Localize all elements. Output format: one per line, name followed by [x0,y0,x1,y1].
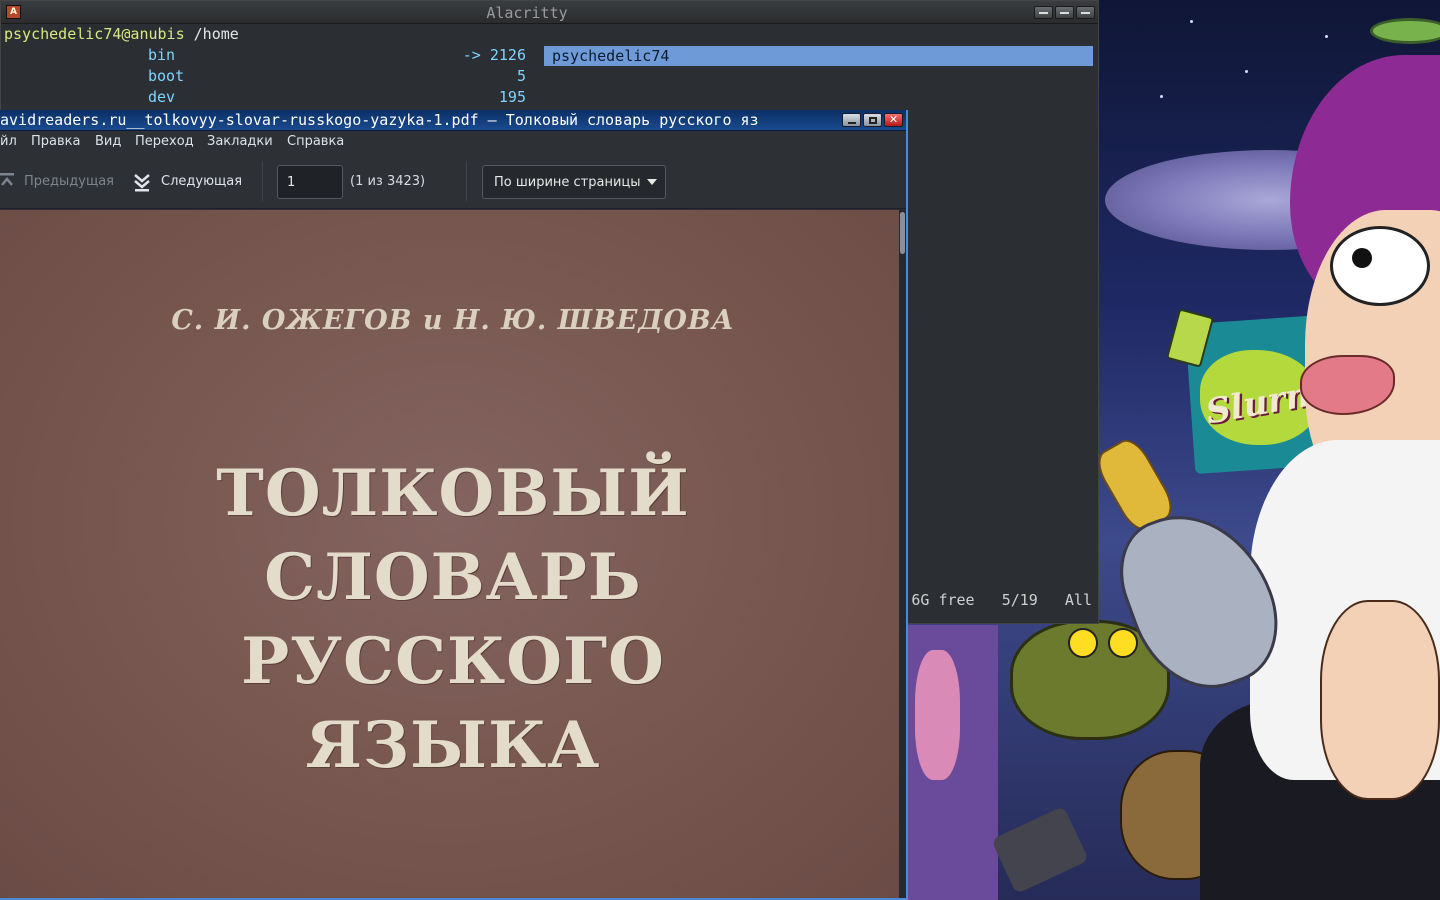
menu-go[interactable]: Переход [135,134,194,149]
status-scroll: All [1064,591,1092,609]
file-entry-size: 195 [498,88,526,106]
pdf-titlebar[interactable]: avidreaders.ru__tolkovyy-slovar-russkogo… [0,110,906,131]
pdf-page-view[interactable]: С. И. ОЖЕГОВ и Н. Ю. ШВЕДОВА ТОЛКОВЫЙ СЛ… [0,210,899,898]
pdf-toolbar: Предыдущая Следующая (1 из 3423) По шири… [0,153,906,209]
previous-page-button[interactable]: Предыдущая [0,167,114,195]
page-count: (1 из 3423) [350,174,426,189]
previous-page-label: Предыдущая [24,173,114,189]
pdf-scroll-thumb[interactable] [900,212,905,254]
pdf-menubar: йл Правка Вид Переход Закладки Справка [0,131,906,153]
pdf-window-title: avidreaders.ru__tolkovyy-slovar-russkogo… [0,111,759,129]
pdf-viewer-window[interactable]: avidreaders.ru__tolkovyy-slovar-russkogo… [0,110,908,900]
pdf-minimize-button[interactable] [842,113,861,127]
prompt-user: psychedelic74@anubis [4,25,185,43]
page-number-input[interactable] [277,165,343,199]
cover-title-line: РУССКОГО [241,624,665,699]
minimize-icon [1039,11,1048,14]
menu-file[interactable]: йл [0,134,17,149]
wallpaper-pupil [1352,248,1372,268]
close-icon [1081,11,1090,14]
wallpaper-hand [1320,600,1440,800]
wallpaper-remote [991,805,1089,895]
book-cover: С. И. ОЖЕГОВ и Н. Ю. ШВЕДОВА ТОЛКОВЫЙ СЛ… [0,210,899,898]
menu-view[interactable]: Вид [95,134,121,149]
file-entry-size: -> 2126 [462,46,526,64]
wallpaper-pink-figure [915,650,960,780]
menu-edit[interactable]: Правка [31,134,80,149]
chevron-down-icon [646,179,657,185]
cover-title-line: ЯЗЫКА [305,708,601,783]
terminal-close-button[interactable] [1076,6,1095,19]
wallpaper-alien-eye [1108,628,1138,658]
selected-directory[interactable]: psychedelic74 [544,46,1093,66]
toolbar-separator [262,161,263,201]
wallpaper-star [1325,35,1328,38]
wallpaper-eye [1330,226,1430,306]
wallpaper-star [1160,95,1163,98]
menu-bookmarks[interactable]: Закладки [207,134,273,149]
maximize-icon [1060,11,1069,14]
prompt-path: /home [193,25,239,43]
cover-authors: С. И. ОЖЕГОВ и Н. Ю. ШВЕДОВА [171,305,735,336]
close-icon: ✕ [888,113,899,126]
maximize-icon [868,116,877,124]
terminal-title: Alacritty [486,4,568,22]
wallpaper-alien-eye [1068,628,1098,658]
wallpaper-star [1190,20,1193,23]
terminal-prompt: psychedelic74@anubis /home [4,24,239,45]
pdf-window-buttons: ✕ [842,113,903,127]
zoom-select[interactable]: По ширине страницы [482,165,666,199]
pdf-scrollbar[interactable] [899,210,906,898]
wallpaper-ufo-small [1370,18,1440,44]
terminal-window-buttons [1034,6,1095,19]
terminal-minimize-button[interactable] [1034,6,1053,19]
next-page-button[interactable]: Следующая [131,167,242,195]
terminal-maximize-button[interactable] [1055,6,1074,19]
pdf-maximize-button[interactable] [863,113,882,127]
arrow-down-icon [134,174,150,192]
file-entry-size: 5 [516,67,526,85]
menu-help[interactable]: Справка [287,134,344,149]
status-position: 5/19 [1001,591,1038,609]
file-entry-name[interactable]: dev [148,87,175,108]
pdf-close-button[interactable]: ✕ [884,113,903,127]
wallpaper-star [1245,70,1248,73]
terminal-status-line: 56.6G free 5/19 All [884,591,1092,609]
cover-title: ТОЛКОВЫЙ СЛОВАРЬ РУССКОГО ЯЗЫКА [0,452,899,788]
toolbar-separator [466,161,467,201]
file-entry-name[interactable]: boot [148,66,184,87]
next-page-label: Следующая [161,173,243,189]
arrow-up-icon [0,173,14,186]
file-entry-name[interactable]: bin [148,45,175,66]
zoom-select-value: По ширине страницы [494,174,641,190]
cover-title-line: ТОЛКОВЫЙ [216,456,690,531]
terminal-titlebar[interactable]: A Alacritty [1,1,1098,24]
minimize-icon [847,121,856,124]
cover-title-line: СЛОВАРЬ [264,540,642,615]
